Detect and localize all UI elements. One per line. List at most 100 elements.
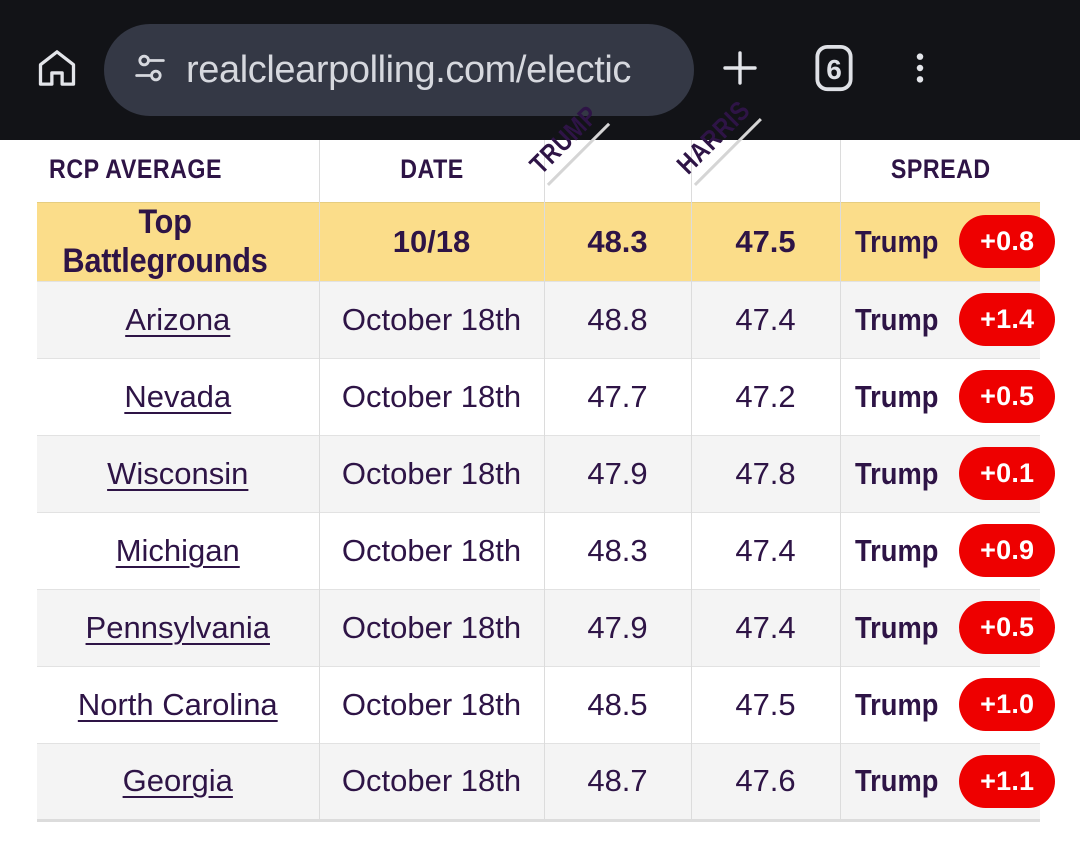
table-header-row: RCP AVERAGE DATE TRUMP HARRIS SPREAD (37, 93, 1040, 202)
table-row[interactable]: Top Battlegrounds 10/18 48.3 47.5 Trump … (37, 201, 1056, 281)
row-date-cell: October 18th (319, 588, 545, 666)
table-header: RCP AVERAGE DATE TRUMP HARRIS SPREAD (37, 93, 1040, 202)
row-date-cell: October 18th (319, 280, 545, 358)
row-date-cell: October 18th (319, 434, 545, 512)
spread-leader-label: Trump (854, 301, 938, 337)
spread-wrapper: Trump +1.1 (854, 744, 1056, 819)
page-content: RCP AVERAGE DATE TRUMP HARRIS SPREAD Top… (0, 93, 1080, 861)
table-row[interactable]: Georgia October 18th 48.7 47.6 Trump +1.… (37, 742, 1056, 822)
spread-badge: +1.4 (959, 293, 1056, 346)
row-spread-cell: Trump +0.5 (840, 588, 1056, 666)
row-harris-cell: 47.6 (691, 742, 841, 822)
row-spread-cell: Trump +0.8 (840, 201, 1056, 281)
row-harris-cell: 47.5 (691, 201, 841, 281)
row-trump-cell: 47.9 (544, 434, 692, 512)
state-link[interactable]: North Carolina (78, 687, 278, 722)
column-header-rcp-average-label: RCP AVERAGE (49, 153, 223, 184)
three-dot-menu-icon (900, 48, 940, 93)
state-link[interactable]: Arizona (125, 302, 230, 337)
tab-count-label: 6 (826, 54, 842, 85)
spread-badge: +0.5 (959, 370, 1056, 423)
row-name-cell: North Carolina (37, 665, 320, 743)
state-link[interactable]: Pennsylvania (86, 610, 270, 645)
row-date-cell: October 18th (319, 742, 545, 822)
state-link[interactable]: Michigan (116, 533, 240, 568)
spread-wrapper: Trump +1.4 (854, 282, 1056, 358)
state-link[interactable]: Georgia (123, 763, 233, 798)
browser-toolbar: realclearpolling.com/electic 6 (0, 0, 1080, 140)
row-name-cell: Top Battlegrounds (37, 201, 320, 281)
column-header-date[interactable]: DATE (319, 140, 545, 202)
spread-badge: +0.9 (959, 524, 1056, 577)
table-row[interactable]: Arizona October 18th 48.8 47.4 Trump +1.… (37, 280, 1056, 358)
row-trump-cell: 48.7 (544, 742, 692, 822)
row-harris-cell: 47.4 (691, 280, 841, 358)
row-spread-cell: Trump +0.9 (840, 511, 1056, 589)
plus-icon (716, 44, 764, 97)
tune-sliders-icon[interactable] (130, 48, 170, 93)
spread-leader-label: Trump (854, 455, 938, 491)
row-spread-cell: Trump +1.1 (840, 742, 1056, 822)
home-button[interactable] (22, 35, 92, 105)
row-harris-cell: 47.4 (691, 511, 841, 589)
spread-badge: +1.1 (959, 754, 1056, 808)
row-date-cell: October 18th (319, 665, 545, 743)
row-date-cell: 10/18 (319, 201, 545, 281)
spread-leader-label: Trump (854, 686, 938, 722)
row-name-cell: Pennsylvania (37, 588, 320, 666)
home-icon (35, 46, 79, 95)
spread-badge: +1.0 (959, 678, 1056, 731)
state-link[interactable]: Wisconsin (107, 456, 248, 491)
spread-badge: +0.1 (959, 447, 1056, 500)
spread-wrapper: Trump +0.9 (854, 513, 1056, 589)
spread-wrapper: Trump +0.1 (854, 436, 1056, 512)
table-row[interactable]: Wisconsin October 18th 47.9 47.8 Trump +… (37, 434, 1056, 512)
row-trump-cell: 48.8 (544, 280, 692, 358)
table-row[interactable]: North Carolina October 18th 48.5 47.5 Tr… (37, 665, 1056, 743)
spread-leader-label: Trump (854, 609, 938, 645)
column-header-harris-rotated-wrapper: HARRIS (669, 93, 840, 196)
column-header-trump-rotated-wrapper: TRUMP (522, 98, 691, 196)
spread-badge: +0.8 (959, 215, 1056, 268)
row-harris-cell: 47.5 (691, 665, 841, 743)
row-date-cell: October 18th (319, 357, 545, 435)
row-harris-cell: 47.8 (691, 434, 841, 512)
spread-wrapper: Trump +1.0 (854, 667, 1056, 743)
spread-badge: +0.5 (959, 601, 1056, 654)
rcp-average-table: RCP AVERAGE DATE TRUMP HARRIS SPREAD Top… (37, 93, 1056, 822)
row-spread-cell: Trump +0.1 (840, 434, 1056, 512)
column-header-trump[interactable]: TRUMP (522, 98, 692, 202)
row-trump-cell: 47.7 (544, 357, 692, 435)
spread-wrapper: Trump +0.5 (854, 359, 1056, 435)
row-harris-cell: 47.2 (691, 357, 841, 435)
row-spread-cell: Trump +1.4 (840, 280, 1056, 358)
row-trump-cell: 48.5 (544, 665, 692, 743)
row-name-cell: Nevada (37, 357, 320, 435)
row-trump-cell: 48.3 (544, 511, 692, 589)
table-row[interactable]: Michigan October 18th 48.3 47.4 Trump +0… (37, 511, 1056, 589)
row-name-cell: Michigan (37, 511, 320, 589)
spread-leader-label: Trump (854, 532, 938, 568)
spread-leader-label: Trump (854, 763, 938, 798)
table-row[interactable]: Pennsylvania October 18th 47.9 47.4 Trum… (37, 588, 1056, 666)
column-header-spread[interactable]: SPREAD (840, 140, 1040, 202)
table-row[interactable]: Nevada October 18th 47.7 47.2 Trump +0.5 (37, 357, 1056, 435)
url-bar[interactable]: realclearpolling.com/electic (104, 24, 694, 116)
overflow-menu-button[interactable] (882, 30, 958, 110)
row-harris-cell: 47.4 (691, 588, 841, 666)
column-header-rcp-average[interactable]: RCP AVERAGE (37, 140, 320, 202)
spread-leader-label: Trump (854, 378, 938, 414)
row-trump-cell: 47.9 (544, 588, 692, 666)
row-trump-cell: 48.3 (544, 201, 692, 281)
url-text: realclearpolling.com/electic (186, 48, 632, 91)
row-name-cell: Arizona (37, 280, 320, 358)
state-link[interactable]: Nevada (124, 379, 231, 414)
column-header-spread-label: SPREAD (890, 153, 991, 184)
tab-counter-button[interactable]: 6 (786, 30, 882, 110)
spread-leader-label: Trump (854, 223, 938, 259)
column-header-harris[interactable]: HARRIS (669, 93, 841, 202)
spread-wrapper: Trump +0.5 (854, 590, 1056, 666)
row-spread-cell: Trump +0.5 (840, 357, 1056, 435)
table-body: Top Battlegrounds 10/18 48.3 47.5 Trump … (37, 201, 1056, 822)
battleground-label: Top Battlegrounds (62, 202, 268, 280)
